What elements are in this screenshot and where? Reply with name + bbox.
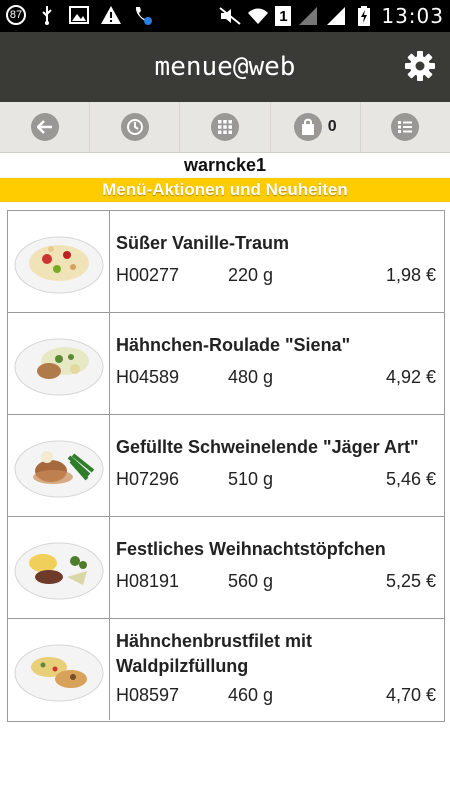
warning-icon — [100, 4, 122, 26]
item-code: H08597 — [116, 685, 180, 705]
list-item[interactable]: Hähnchenbrustfilet mit Waldpilzfüllung H… — [8, 619, 444, 722]
item-code: H07296 — [116, 469, 180, 489]
item-price: 4,70 € — [385, 685, 436, 705]
history-button[interactable] — [90, 102, 181, 152]
app-title: menue@web — [154, 52, 296, 82]
item-name: Hähnchen-Roulade "Siena" — [116, 335, 351, 355]
wifi-icon — [247, 5, 269, 27]
item-name: Hähnchenbrustfilet mit Waldpilzfüllung — [116, 631, 313, 676]
signal-icon-1 — [297, 5, 319, 27]
toolbar: 0 — [0, 102, 450, 153]
item-weight: 560 g — [228, 571, 274, 591]
item-name: Gefüllte Schweinelende "Jäger Art" — [116, 437, 419, 457]
shopping-bag-icon — [293, 113, 322, 141]
item-code: H08191 — [116, 571, 180, 591]
item-weight: 460 g — [228, 685, 274, 705]
cart-count: 0 — [327, 118, 337, 135]
item-price: 5,46 € — [385, 469, 436, 489]
item-name: Festliches Weihnachtstöpfchen — [116, 539, 386, 559]
dish-image — [8, 517, 110, 618]
cart-button[interactable]: 0 — [271, 102, 361, 152]
item-name: Süßer Vanille-Traum — [116, 233, 290, 253]
call-icon — [132, 4, 154, 26]
status-bar: 87 1 13:03 — [0, 0, 450, 32]
image-icon — [68, 4, 90, 26]
grid-button[interactable] — [180, 102, 271, 152]
app-bar: menue@web — [0, 32, 450, 102]
section-banner: Menü-Aktionen und Neuheiten — [0, 178, 450, 202]
item-price: 5,25 € — [385, 571, 436, 591]
clock-time: 13:03 — [381, 4, 444, 28]
list-item[interactable]: Hähnchen-Roulade "Siena" H04589 480 g 4,… — [8, 313, 444, 415]
list-icon — [391, 113, 420, 141]
item-price: 1,98 € — [385, 265, 436, 285]
dish-image — [8, 211, 110, 312]
usb-icon — [36, 4, 58, 26]
battery-icon — [353, 5, 375, 27]
back-arrow-icon — [30, 113, 59, 141]
username: warncke1 — [183, 155, 267, 175]
signal-icon-2 — [325, 5, 347, 27]
item-code: H00277 — [116, 265, 180, 285]
item-weight: 510 g — [228, 469, 274, 489]
notification-count-badge: 87 — [6, 5, 26, 25]
grid-icon — [211, 113, 239, 141]
list-item[interactable]: Festliches Weihnachtstöpfchen H08191 560… — [8, 517, 444, 619]
item-weight: 220 g — [228, 265, 274, 285]
list-item[interactable]: Gefüllte Schweinelende "Jäger Art" H0729… — [8, 415, 444, 517]
list-button[interactable] — [361, 102, 450, 152]
list-item[interactable]: Süßer Vanille-Traum H00277 220 g 1,98 € — [8, 211, 444, 313]
gear-icon — [405, 51, 435, 81]
back-button[interactable] — [0, 102, 91, 152]
product-list: Süßer Vanille-Traum H00277 220 g 1,98 € … — [7, 210, 445, 722]
dish-image — [8, 415, 110, 516]
dish-image — [8, 313, 110, 414]
clock-icon — [120, 113, 149, 141]
item-code: H04589 — [116, 367, 180, 387]
dish-image — [8, 619, 110, 720]
item-weight: 480 g — [228, 367, 274, 387]
mute-icon — [219, 5, 241, 27]
sim-indicator: 1 — [275, 6, 292, 26]
item-price: 4,92 € — [385, 367, 436, 387]
settings-button[interactable] — [404, 50, 436, 82]
